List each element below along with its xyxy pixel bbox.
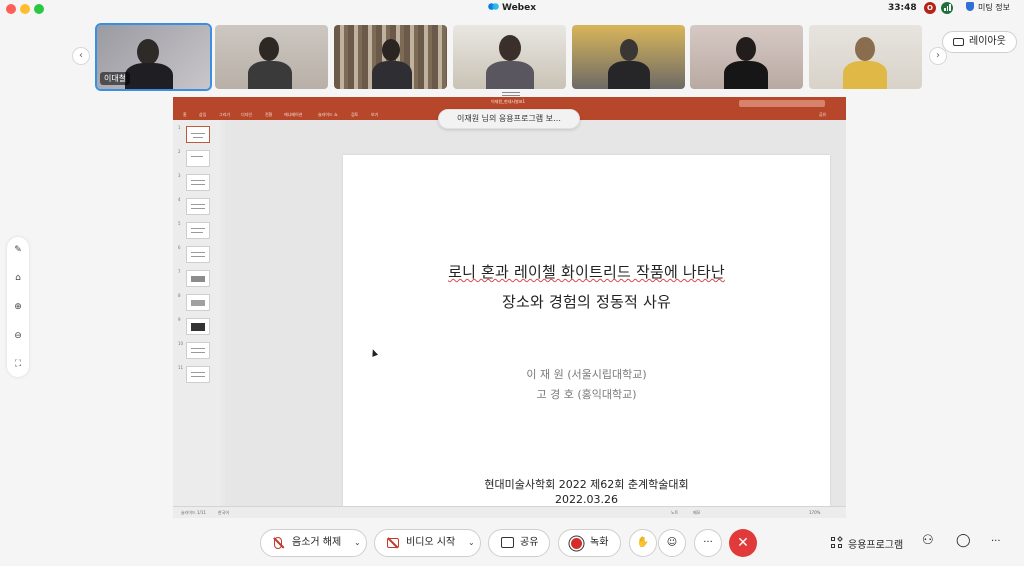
annotation-toolbar: ✎ ⌂ ⊕ ⊖ ⛶: [7, 237, 29, 377]
apps-button[interactable]: 응용프로그램: [848, 536, 903, 551]
more-icon: ···: [703, 537, 713, 548]
fit-screen-icon[interactable]: ⛶: [12, 358, 24, 370]
record-icon: [571, 538, 582, 549]
webex-window: Webex 33:48 O 미팅 정보 ‹ 이대철 › 레이아웃 ✎ ⌂ ⊕ ⊖…: [0, 0, 1024, 566]
ppt-tab[interactable]: 슬라이드 쇼: [318, 112, 338, 118]
slide-author: 고 경 호 (홍익대학교): [536, 388, 637, 401]
start-video-label: 비디오 시작: [406, 537, 456, 548]
slide-event: 현대미술사학회 2022 제62회 춘계학술대회: [484, 478, 689, 491]
participant-name: 이대철: [100, 72, 131, 85]
comments-button[interactable]: 메모: [693, 510, 700, 516]
zoom-level: 170%: [809, 510, 821, 515]
ppt-tab[interactable]: 홈: [183, 112, 187, 118]
zoom-out-icon[interactable]: ⊖: [12, 330, 24, 342]
slide-thumbnail[interactable]: [186, 150, 210, 167]
slide-title-line1: 로니 혼과 레이첼 화이트리드 작품에 나타난: [448, 263, 725, 281]
layout-button[interactable]: 레이아웃: [942, 31, 1017, 53]
chevron-down-icon[interactable]: ⌄: [354, 530, 361, 556]
chat-icon[interactable]: ◯: [956, 533, 971, 548]
recording-status-icon[interactable]: O: [924, 2, 936, 14]
share-button[interactable]: 공유: [488, 529, 550, 557]
participants-prev-button[interactable]: ‹: [72, 47, 90, 65]
participant-tile[interactable]: [572, 25, 685, 89]
participant-tile[interactable]: [215, 25, 328, 89]
participant-tile[interactable]: [690, 25, 803, 89]
hand-icon: ✋: [636, 537, 650, 548]
ppt-tab[interactable]: 애니메이션: [284, 112, 302, 118]
ppt-tab[interactable]: 전환: [265, 112, 272, 118]
slide-author: 이 재 원 (서울시립대학교): [526, 368, 647, 381]
ppt-status-bar: 슬라이드 1/11 한국어 노트 메모 170%: [173, 506, 846, 518]
layout-button-label: 레이아웃: [969, 36, 1006, 47]
ppt-tab[interactable]: 검토: [351, 112, 358, 118]
slide-thumbnail[interactable]: [186, 270, 210, 287]
ppt-doc-title: 이재원_현대사발표1: [491, 99, 525, 104]
meeting-info-button[interactable]: 미팅 정보: [966, 2, 1010, 13]
slide-editor: 로니 혼과 레이첼 화이트리드 작품에 나타난 장소와 경험의 정동적 사유 이…: [225, 120, 846, 518]
start-video-button[interactable]: 비디오 시작 ⌄: [374, 529, 481, 557]
apps-icon: [831, 536, 843, 549]
zoom-in-icon[interactable]: ⊕: [12, 301, 24, 313]
ppt-search-box[interactable]: [739, 100, 825, 107]
webex-logo-icon: [488, 3, 499, 10]
slide-thumbnail[interactable]: [186, 222, 210, 239]
current-slide[interactable]: 로니 혼과 레이첼 화이트리드 작품에 나타난 장소와 경험의 정동적 사유 이…: [343, 155, 830, 518]
chevron-down-icon[interactable]: ⌄: [468, 530, 475, 556]
record-button[interactable]: 녹화: [558, 529, 621, 557]
network-health-icon[interactable]: [941, 2, 953, 14]
slide-counter: 슬라이드 1/11: [181, 510, 206, 515]
unmute-label: 음소거 해제: [292, 537, 342, 548]
record-label: 녹화: [590, 537, 609, 548]
title-bar: Webex 33:48 O 미팅 정보: [0, 0, 1024, 18]
slide-thumbnail[interactable]: [186, 318, 210, 335]
ppt-tab[interactable]: 보기: [371, 112, 378, 118]
notes-button[interactable]: 노트: [671, 510, 678, 516]
share-screen-icon: [501, 537, 514, 548]
more-options-button[interactable]: ···: [694, 529, 722, 557]
ppt-tab[interactable]: 그리기: [219, 112, 230, 118]
slide-title-line2: 장소와 경험의 정동적 사유: [502, 293, 671, 311]
sharing-notice[interactable]: 이재원 님의 응용프로그램 보…: [438, 109, 580, 129]
slide-thumbnail[interactable]: [186, 366, 210, 383]
slide-date: 2022.03.26: [555, 493, 618, 506]
emoji-icon: ☺: [666, 537, 678, 548]
overflow-menu-button[interactable]: ···: [991, 536, 1001, 547]
layout-icon: [953, 38, 964, 46]
app-title: Webex: [0, 2, 1024, 13]
close-icon: ✕: [737, 535, 749, 551]
annotate-icon[interactable]: ✎: [12, 244, 24, 256]
language: 한국어: [218, 510, 230, 515]
meeting-info-label: 미팅 정보: [978, 3, 1010, 12]
ppt-share[interactable]: 공유: [819, 112, 826, 118]
participants-icon[interactable]: ⚇: [922, 533, 934, 548]
slide-thumbnail[interactable]: [186, 246, 210, 263]
participant-tile[interactable]: [809, 25, 922, 89]
unmute-button[interactable]: 음소거 해제 ⌄: [260, 529, 367, 557]
participant-tile[interactable]: 이대철: [95, 23, 212, 91]
slide-thumbnail[interactable]: [186, 174, 210, 191]
leave-meeting-button[interactable]: ✕: [729, 529, 757, 557]
stamp-icon[interactable]: ⌂: [12, 272, 24, 284]
meeting-timer: 33:48: [888, 3, 917, 13]
reactions-button[interactable]: ☺: [658, 529, 686, 557]
resize-handle[interactable]: [502, 92, 520, 96]
ppt-tab[interactable]: 삽입: [199, 112, 206, 118]
raise-hand-button[interactable]: ✋: [629, 529, 657, 557]
participant-tile[interactable]: [334, 25, 447, 89]
slide-thumbnail[interactable]: [186, 294, 210, 311]
slide-thumbnail[interactable]: [186, 198, 210, 215]
participant-tile[interactable]: [453, 25, 566, 89]
share-label: 공유: [520, 537, 539, 548]
slide-thumbnail[interactable]: [186, 342, 210, 359]
slide-thumbnail[interactable]: [186, 126, 210, 143]
app-title-text: Webex: [501, 3, 537, 13]
shield-icon: [966, 2, 974, 11]
slide-thumbnail-pane: 1 2 3 4 5 6 7 8 9 10 11: [173, 120, 221, 506]
shared-screen: 이재원_현대사발표1 홈 삽입 그리기 디자인 전환 애니메이션 슬라이드 쇼 …: [173, 97, 846, 518]
ppt-tab[interactable]: 디자인: [241, 112, 252, 118]
